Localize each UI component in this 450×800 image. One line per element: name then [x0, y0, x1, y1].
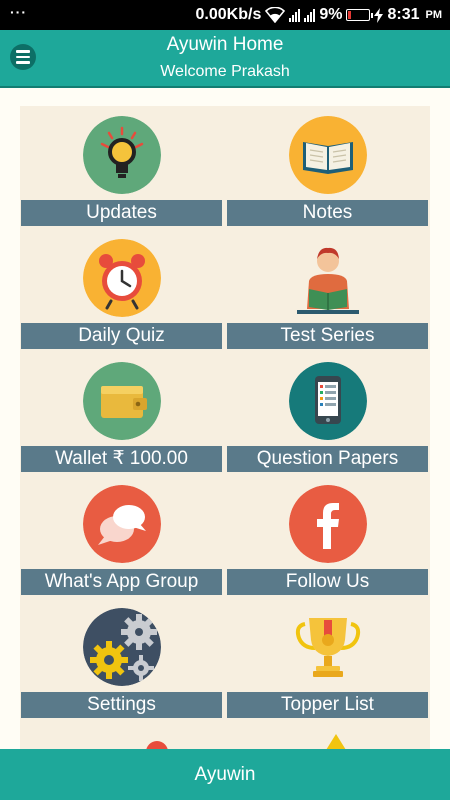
charging-bolt-icon	[374, 7, 384, 23]
tile-question-papers[interactable]: Question Papers	[226, 352, 429, 472]
tile-test-series[interactable]: Test Series	[226, 229, 429, 349]
facebook-icon	[288, 485, 367, 563]
student-reading-icon	[289, 239, 367, 317]
tile-label: Topper List	[227, 692, 428, 718]
next-tile-icon-partial	[326, 734, 346, 749]
clock-ampm: PM	[425, 9, 443, 21]
page-title: Ayuwin Home	[166, 34, 284, 55]
clock-time: 8:31	[387, 6, 420, 23]
tile-label: Updates	[21, 200, 222, 226]
signal-1-icon	[289, 8, 301, 22]
tile-label: Notes	[227, 200, 428, 226]
wifi-icon	[265, 7, 286, 23]
tile-follow-us[interactable]: Follow Us	[226, 475, 429, 595]
gears-icon	[82, 608, 161, 686]
tile-label: Daily Quiz	[21, 323, 222, 349]
tile-label: Wallet ₹ 100.00	[21, 446, 222, 472]
tile-label: Follow Us	[227, 569, 428, 595]
tile-notes[interactable]: Notes	[226, 106, 429, 226]
tile-label: Question Papers	[227, 446, 428, 472]
trophy-icon	[289, 608, 367, 686]
tile-topper-list[interactable]: Topper List	[226, 598, 429, 718]
next-tile-icon-partial	[146, 741, 168, 749]
tile-label: Test Series	[227, 323, 428, 349]
battery-icon	[346, 9, 374, 21]
tile-label: Settings	[21, 692, 222, 718]
tile-whatsapp-group[interactable]: What's App Group	[20, 475, 223, 595]
lightbulb-icon	[82, 116, 161, 194]
tile-updates[interactable]: Updates	[20, 106, 223, 226]
phone-document-icon	[288, 362, 367, 440]
tile-daily-quiz[interactable]: Daily Quiz	[20, 229, 223, 349]
chat-icon	[82, 485, 161, 563]
battery-percent: 9%	[319, 6, 343, 23]
signal-2-icon	[304, 8, 316, 22]
menu-grid: Updates Notes Daily Quiz Test Series Wal…	[20, 106, 430, 749]
wallet-icon	[82, 362, 161, 440]
status-right: 0.00Kb/s 9% 8:31 PM	[196, 6, 442, 24]
status-bar: ··· 0.00Kb/s 9% 8:31 PM	[0, 0, 450, 30]
tile-settings[interactable]: Settings	[20, 598, 223, 718]
welcome-text: Welcome Prakash	[160, 63, 290, 80]
tile-wallet[interactable]: Wallet ₹ 100.00	[20, 352, 223, 472]
bottom-bar[interactable]: Ayuwin	[0, 749, 450, 800]
notification-dots: ···	[10, 4, 27, 20]
network-speed: 0.00Kb/s	[195, 6, 262, 23]
alarm-clock-icon	[82, 239, 161, 317]
app-bar: Ayuwin Home Welcome Prakash	[0, 30, 450, 88]
book-icon	[288, 116, 367, 194]
tile-label: What's App Group	[21, 569, 222, 595]
